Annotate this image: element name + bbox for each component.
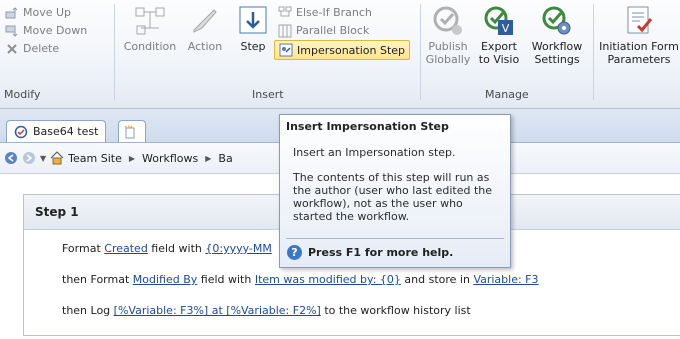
tooltip-details: The contents of this step will run as th… xyxy=(293,171,493,223)
impersonation-step-icon xyxy=(279,43,293,57)
workflow-action-line[interactable]: then Log [%Variable: F3%] at [%Variable:… xyxy=(62,304,471,317)
tooltip-title: Insert Impersonation Step xyxy=(286,120,449,133)
step-arrow-icon xyxy=(239,6,267,34)
move-down-button[interactable]: Move Down xyxy=(5,22,87,39)
publish-globally-icon xyxy=(433,6,462,35)
workflow-icon xyxy=(14,125,28,138)
svg-text:V: V xyxy=(502,22,510,35)
export-to-visio-button[interactable]: V Export to Visio xyxy=(475,4,523,66)
tooltip-divider xyxy=(286,238,504,239)
new-document-icon xyxy=(124,124,135,138)
delete-icon xyxy=(7,43,17,54)
action-icon xyxy=(193,9,217,33)
field-link[interactable]: Created xyxy=(104,242,148,255)
group-label-modify: Modify xyxy=(4,88,41,101)
initiation-form-icon xyxy=(627,6,653,34)
export-to-visio-icon: V xyxy=(484,6,513,35)
new-tab-button[interactable] xyxy=(118,120,146,142)
tab-base64-test[interactable]: Base64 test xyxy=(6,120,107,142)
breadcrumb-item[interactable]: Ba xyxy=(218,152,232,165)
group-divider xyxy=(420,4,421,100)
history-dropdown-icon[interactable]: ▼ xyxy=(40,154,46,163)
breadcrumb-separator-icon: ▶ xyxy=(128,153,136,163)
impersonation-step-tooltip: Insert Impersonation Step Insert an Impe… xyxy=(279,114,511,268)
help-icon: ? xyxy=(287,245,302,260)
workflow-settings-button[interactable]: Workflow Settings xyxy=(526,4,588,66)
move-up-icon xyxy=(5,6,18,18)
group-divider xyxy=(114,4,115,100)
log-message-link[interactable]: [%Variable: F3%] at [%Variable: F2%] xyxy=(114,304,321,317)
breadcrumb-separator-icon: ▶ xyxy=(205,153,212,163)
move-up-button[interactable]: Move Up xyxy=(5,4,71,21)
group-label-manage: Manage xyxy=(485,88,529,101)
workflow-settings-icon xyxy=(542,6,571,35)
step-button[interactable]: Step xyxy=(233,4,273,53)
tooltip-description: Insert an Impersonation step. xyxy=(293,146,456,159)
publish-globally-button[interactable]: Publish Globally xyxy=(425,4,471,66)
variable-link[interactable]: Variable: F3 xyxy=(473,273,538,286)
condition-icon xyxy=(135,7,165,35)
impersonation-step-button[interactable]: Impersonation Step xyxy=(274,40,411,60)
tooltip-help: ? Press F1 for more help. xyxy=(287,245,453,260)
move-down-icon xyxy=(5,25,18,37)
breadcrumb-item[interactable]: Team Site xyxy=(68,152,122,165)
format-value-link[interactable]: Item was modified by: {0} xyxy=(255,273,401,286)
else-if-branch-icon xyxy=(278,6,292,16)
initiation-form-parameters-button[interactable]: Initiation Form Parameters xyxy=(598,4,680,66)
workflow-action-line[interactable]: then Format Modified By field with Item … xyxy=(62,273,539,286)
back-arrow-icon[interactable] xyxy=(4,151,18,165)
forward-arrow-icon[interactable] xyxy=(22,151,36,165)
workflow-action-line[interactable]: Format Created field with {0:yyyy-MM xyxy=(62,242,272,255)
ribbon: Move Up Move Down Delete Modify Conditio… xyxy=(0,0,680,109)
format-value-link[interactable]: {0:yyyy-MM xyxy=(205,242,272,255)
home-icon xyxy=(50,151,64,165)
breadcrumb-item[interactable]: Workflows xyxy=(142,152,198,165)
delete-button[interactable]: Delete xyxy=(5,40,59,57)
parallel-block-button[interactable]: Parallel Block xyxy=(278,22,369,39)
action-button[interactable]: Action xyxy=(181,4,229,53)
parallel-block-icon xyxy=(278,24,292,37)
group-label-insert: Insert xyxy=(252,88,284,101)
field-link[interactable]: Modified By xyxy=(133,273,198,286)
condition-button[interactable]: Condition xyxy=(121,4,179,53)
group-divider xyxy=(593,4,594,100)
else-if-branch-button[interactable]: Else-If Branch xyxy=(278,4,372,21)
